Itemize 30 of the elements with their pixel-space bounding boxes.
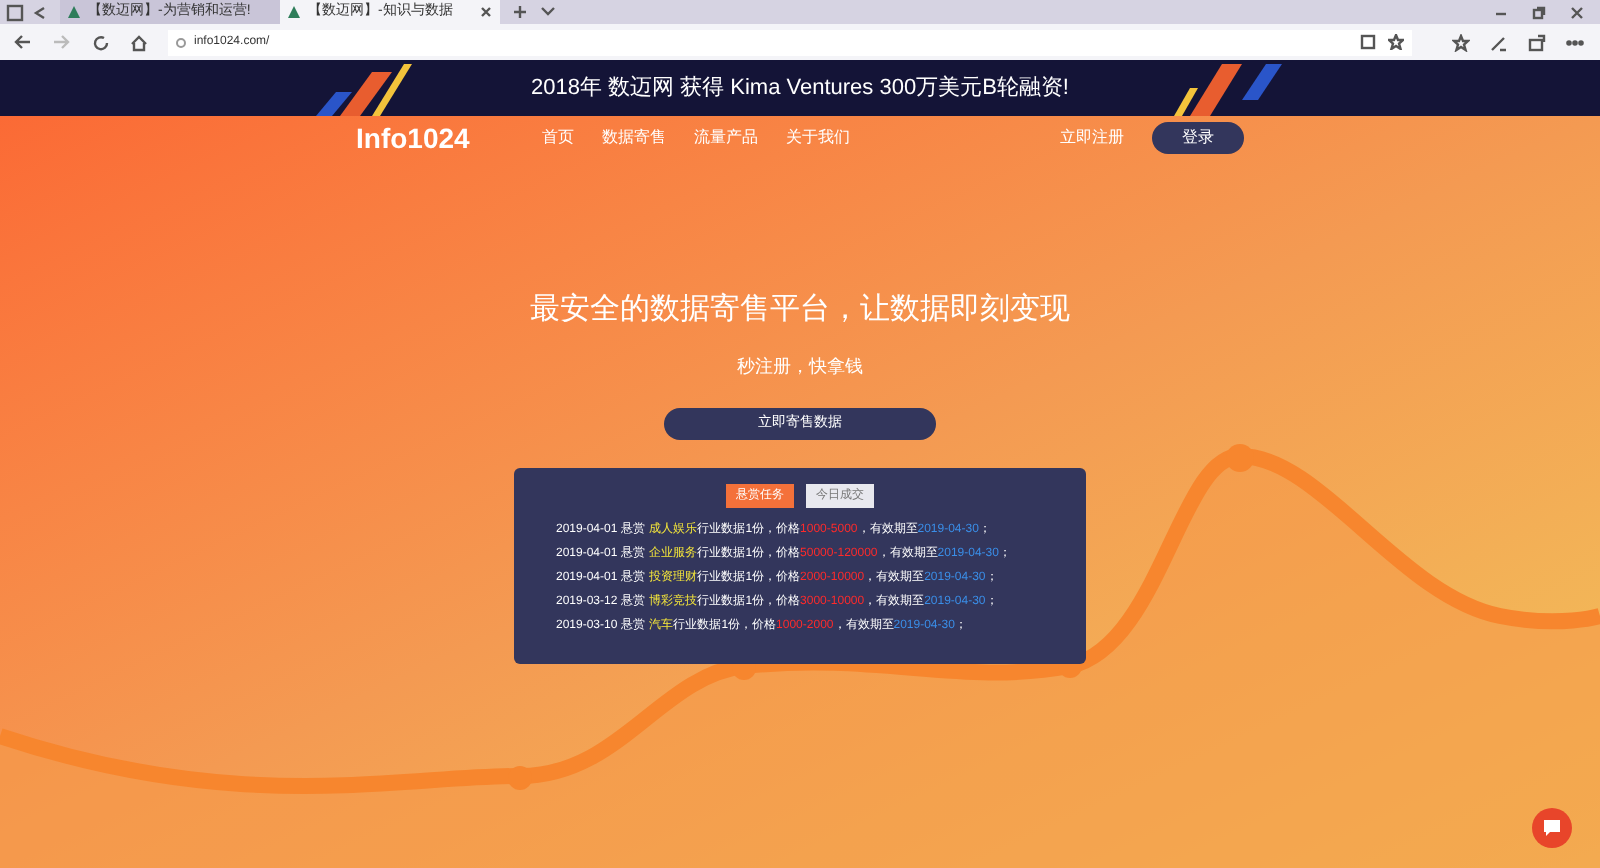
star-icon[interactable]	[1388, 34, 1404, 50]
wave-dot	[1226, 444, 1254, 472]
favorites-icon[interactable]	[1452, 33, 1470, 51]
nav-link[interactable]: 数据寄售	[601, 126, 666, 150]
tabs-icon[interactable]	[6, 3, 26, 21]
pen-icon[interactable]	[1490, 33, 1508, 51]
restore-icon[interactable]	[1532, 5, 1546, 19]
banner-text: 2018年 数迈网 获得 Kima Ventures 300万美元B轮融资!	[531, 73, 1069, 104]
hero-subtitle: 秒注册，快拿钱	[737, 353, 863, 379]
nav-link[interactable]: 关于我们	[785, 126, 850, 150]
register-link[interactable]: 立即注册	[1060, 126, 1124, 150]
hero-title: 最安全的数据寄售平台，让数据即刻变现	[530, 290, 1070, 330]
nav-link[interactable]: 首页	[541, 126, 574, 150]
close-icon[interactable]	[480, 6, 492, 18]
share-icon[interactable]	[1528, 33, 1546, 51]
chevron-down-icon[interactable]	[540, 6, 556, 18]
chat-icon	[1542, 818, 1562, 838]
new-tab-icon[interactable]	[512, 4, 528, 20]
close-icon[interactable]	[1570, 5, 1584, 19]
wave-dot	[508, 766, 532, 790]
logo[interactable]: Info1024	[356, 117, 470, 159]
home-icon[interactable]	[130, 33, 148, 51]
refresh-icon[interactable]	[92, 33, 110, 51]
chat-button[interactable]	[1532, 808, 1572, 848]
nav-link[interactable]: 流量产品	[693, 126, 758, 150]
back-icon[interactable]	[12, 34, 32, 50]
login-button[interactable]: 登录	[1152, 122, 1244, 154]
more-icon[interactable]	[1566, 39, 1584, 45]
page-icon	[176, 37, 186, 47]
reading-view-icon[interactable]	[1360, 34, 1376, 50]
